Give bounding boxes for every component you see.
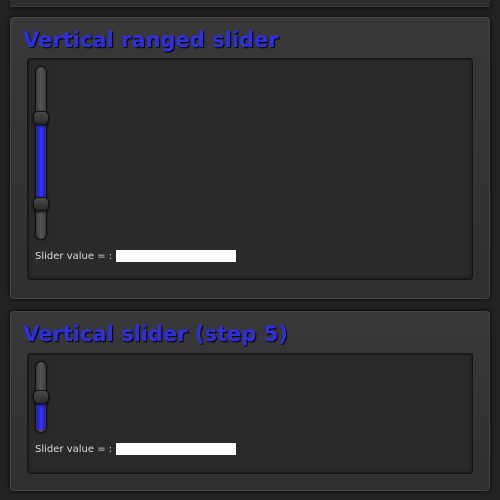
panel-title: Vertical slider (step 5)	[23, 322, 288, 346]
step-slider-panel: Vertical slider (step 5) Slider value = …	[10, 311, 490, 491]
step-slider-handle[interactable]	[33, 390, 49, 404]
slider-value-row: Slider value = :	[35, 443, 237, 455]
slider-demo-area: Slider value = :	[27, 353, 473, 474]
slider-value-field[interactable]	[116, 443, 237, 455]
range-slider-fill	[37, 118, 45, 204]
ranged-slider-panel: Vertical ranged slider Slider value = :	[10, 17, 490, 299]
previous-panel-edge	[10, 0, 490, 7]
range-slider-track[interactable]	[33, 66, 49, 240]
slider-demo-area: Slider value = :	[27, 58, 473, 280]
range-slider-upper-handle[interactable]	[33, 111, 49, 126]
slider-value-row: Slider value = :	[35, 250, 237, 262]
slider-value-field[interactable]	[116, 250, 237, 262]
slider-value-label: Slider value = :	[35, 250, 113, 262]
step-slider-track[interactable]	[33, 361, 49, 433]
slider-value-label: Slider value = :	[35, 443, 113, 455]
panel-title: Vertical ranged slider	[23, 28, 279, 52]
range-slider-lower-handle[interactable]	[33, 196, 49, 211]
